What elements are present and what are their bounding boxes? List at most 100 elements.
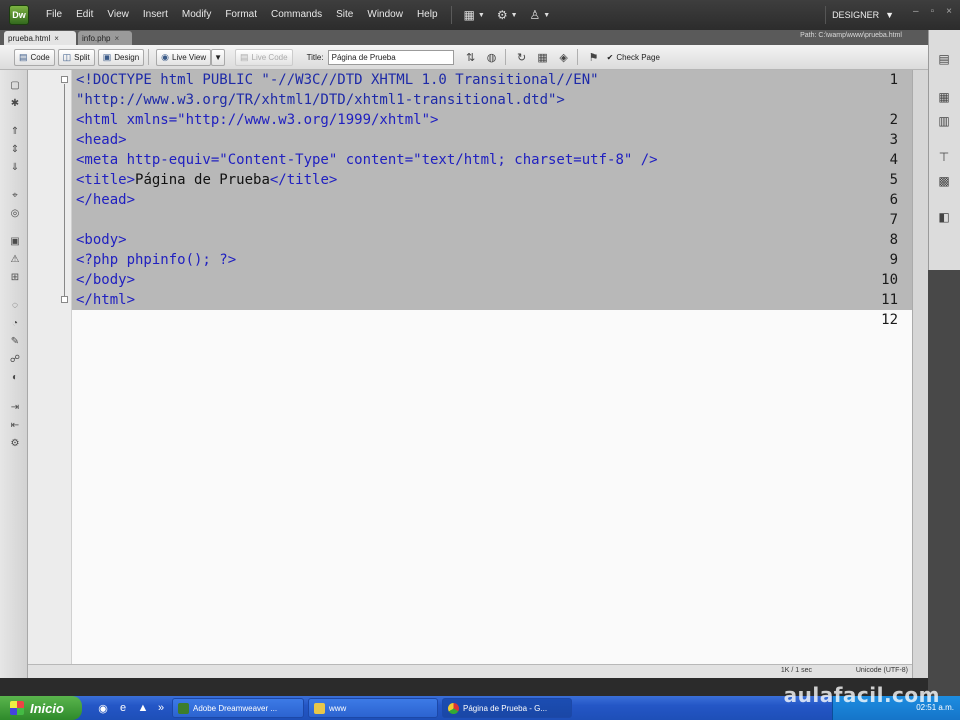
select-parent-tag-icon[interactable]: ⌖ — [8, 188, 22, 202]
design-view-button[interactable]: ▣ Design — [97, 48, 145, 66]
download-size-time: 1K / 1 sec — [780, 667, 812, 674]
live-view-options-button[interactable]: ▼ — [211, 48, 226, 66]
code-editor[interactable]: 1 2 3 4 5 6 7 8 9 10 11 12 <!DOCTYPE htm… — [28, 70, 912, 664]
window-controls: – ▫ × — [913, 6, 952, 17]
css-styles-icon[interactable]: ▦ — [934, 88, 954, 106]
ap-elements-icon[interactable]: ▥ — [934, 112, 954, 130]
menu-file[interactable]: File — [39, 0, 69, 30]
code-line: <meta http-equiv="Content-Type" content=… — [76, 152, 658, 168]
refresh-icon[interactable]: ↻ — [513, 49, 531, 66]
syntax-error-icon[interactable]: ⊞ — [8, 270, 22, 284]
split-view-button[interactable]: ◫ Split — [57, 48, 95, 66]
start-button[interactable]: Inicio — [0, 696, 82, 720]
close-icon[interactable]: × — [946, 6, 952, 17]
tab-label: prueba.html — [8, 33, 51, 43]
snippets-panel-icon[interactable]: ◧ — [934, 208, 954, 226]
quicklaunch-vlc-icon[interactable]: ▲ — [136, 701, 150, 715]
line-number: 7 — [889, 212, 898, 228]
menu-site[interactable]: Site — [329, 0, 360, 30]
menu-window[interactable]: Window — [360, 0, 410, 30]
menu-insert[interactable]: Insert — [136, 0, 175, 30]
preview-browser-icon[interactable]: ◍ — [483, 49, 501, 66]
status-bar: 1K / 1 sec Unicode (UTF-8) — [28, 664, 912, 678]
tab-close-icon[interactable]: × — [54, 34, 59, 43]
live-code-button[interactable]: ▤ Live Code — [235, 48, 293, 66]
taskbar-item-chrome[interactable]: Página de Prueba - G... — [442, 698, 572, 718]
menu-view[interactable]: View — [100, 0, 136, 30]
menu-modify[interactable]: Modify — [175, 0, 218, 30]
assets-panel-icon[interactable]: ▩ — [934, 172, 954, 190]
code-line: </html> — [76, 292, 136, 308]
page-title-input[interactable] — [327, 49, 454, 65]
validate-markup-icon[interactable]: ⚑ — [585, 49, 603, 66]
line-number: 10 — [881, 272, 898, 288]
live-view-icon: ◉ — [161, 51, 169, 62]
tab-info-php[interactable]: info.php × — [78, 31, 132, 45]
folder-icon — [314, 702, 325, 714]
taskbar-item-www[interactable]: www — [308, 698, 438, 718]
recent-snippets-icon[interactable]: ☍ — [8, 352, 22, 366]
indent-code-icon[interactable]: ⇥ — [8, 400, 22, 414]
quicklaunch-browser-icon[interactable]: ◉ — [96, 701, 110, 715]
design-icon: ▣ — [102, 51, 112, 62]
visual-aids-icon[interactable]: ◈ — [555, 49, 573, 66]
site-user-icon[interactable]: ♙ ▼ — [524, 8, 557, 22]
line-number: 11 — [881, 292, 898, 308]
apply-comment-icon[interactable]: ◌ — [8, 298, 22, 312]
move-css-icon[interactable]: ◐ — [8, 370, 22, 384]
line-number: 12 — [881, 312, 898, 328]
taskbar-item-label: Adobe Dreamweaver ... — [193, 703, 278, 713]
document-toolbar: ▤ Code ◫ Split ▣ Design ◉ Live View ▼ ▤ … — [0, 45, 928, 70]
fold-toggle[interactable] — [61, 76, 68, 83]
open-documents-icon[interactable]: ▢ — [8, 78, 22, 92]
layout-menu-icon[interactable]: ▦ ▼ — [458, 8, 491, 22]
watermark: aulafacil.com — [783, 683, 940, 707]
quicklaunch-ie-icon[interactable]: e — [116, 701, 130, 715]
tab-close-icon[interactable]: × — [114, 34, 119, 43]
code-line: <!DOCTYPE html PUBLIC "-//W3C//DTD XHTML… — [76, 72, 599, 88]
code-label: Code — [30, 52, 50, 62]
collapse-selection-icon[interactable]: ⇕ — [8, 142, 22, 156]
format-source-icon[interactable]: ⚙ — [8, 436, 22, 450]
live-code-icon: ▤ — [240, 51, 249, 62]
workspace-switcher[interactable]: DESIGNER ▼ — [825, 6, 900, 24]
taskbar-item-dreamweaver[interactable]: Adobe Dreamweaver ... — [172, 698, 304, 718]
check-page-button[interactable]: ✔ Check Page — [607, 53, 660, 62]
minimize-icon[interactable]: – — [913, 6, 919, 17]
remove-comment-icon[interactable]: ◔ — [8, 316, 22, 330]
insert-panel-icon[interactable]: ▤ — [934, 50, 954, 68]
view-options-icon[interactable]: ▦ — [534, 49, 552, 66]
balance-braces-icon[interactable]: ◎ — [8, 206, 22, 220]
collapse-tag-icon[interactable]: ⇑ — [8, 124, 22, 138]
menu-commands[interactable]: Commands — [264, 0, 329, 30]
quicklaunch-more-icon[interactable]: » — [154, 701, 168, 715]
menu-format[interactable]: Format — [218, 0, 264, 30]
expand-all-icon[interactable]: ⇓ — [8, 160, 22, 174]
taskbar-item-label: www — [329, 703, 347, 713]
line-number: 5 — [889, 172, 898, 188]
code-line: <head> — [76, 132, 127, 148]
files-panel-icon[interactable]: ⊤ — [934, 148, 954, 166]
menu-help[interactable]: Help — [410, 0, 445, 30]
line-number-gutter — [28, 70, 72, 664]
fold-toggle[interactable] — [61, 296, 68, 303]
start-label: Inicio — [30, 700, 64, 716]
show-code-navigator-icon[interactable]: ✱ — [8, 96, 22, 110]
highlight-invalid-code-icon[interactable]: ⚠ — [8, 252, 22, 266]
menu-edit[interactable]: Edit — [69, 0, 100, 30]
file-management-icon[interactable]: ⇅ — [462, 49, 480, 66]
line-numbers-icon[interactable]: ▣ — [8, 234, 22, 248]
dreamweaver-icon — [178, 702, 189, 714]
tab-prueba-html[interactable]: prueba.html × — [4, 31, 76, 45]
extend-gear-icon[interactable]: ⚙ ▼ — [491, 8, 524, 22]
wrap-tag-icon[interactable]: ✎ — [8, 334, 22, 348]
live-view-button[interactable]: ◉ Live View — [156, 48, 212, 66]
editor-scrollbar[interactable] — [912, 70, 928, 678]
code-view-button[interactable]: ▤ Code — [14, 48, 55, 66]
check-page-label: Check Page — [616, 52, 660, 62]
design-label: Design — [114, 52, 140, 62]
outdent-code-icon[interactable]: ⇤ — [8, 418, 22, 432]
line-number: 2 — [889, 112, 898, 128]
code-line: </body> — [76, 272, 136, 288]
restore-icon[interactable]: ▫ — [931, 6, 935, 17]
